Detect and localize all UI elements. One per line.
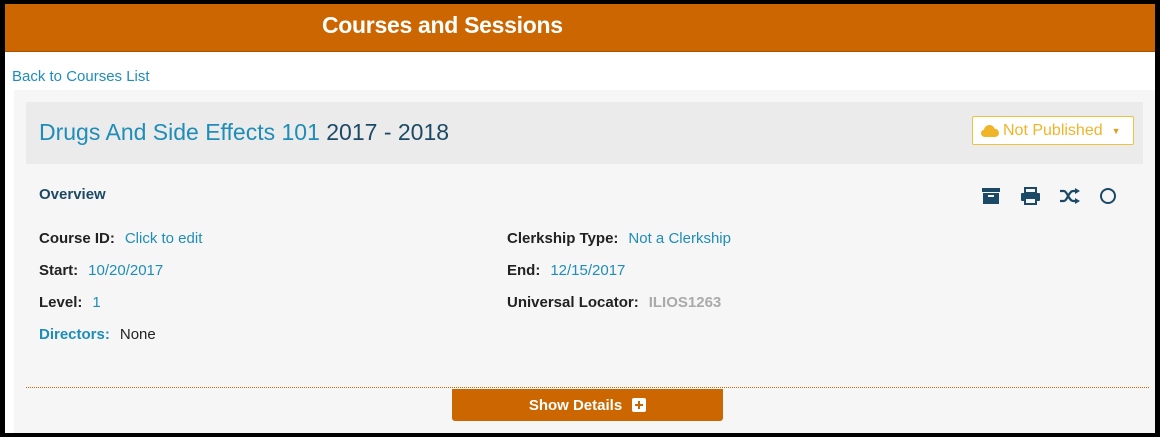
clerkship-type-field: Clerkship Type: Not a Clerkship [507,230,731,247]
details-divider [26,387,1149,388]
caret-down-icon: ▼ [1111,125,1121,136]
page-title: Courses and Sessions [322,12,563,38]
clerkship-type-value[interactable]: Not a Clerkship [628,230,731,247]
print-icon [1021,187,1040,205]
archive-button[interactable] [982,186,1021,206]
start-field: Start: 10/20/2017 [39,262,163,279]
end-field: End: 12/15/2017 [507,262,625,279]
directors-value: None [119,326,156,343]
course-id-field: Course ID: Click to edit [39,230,202,247]
course-name[interactable]: Drugs And Side Effects 101 [39,119,320,145]
print-button[interactable] [1021,186,1060,206]
universal-locator-label: Universal Locator: [507,294,639,311]
start-label: Start: [39,262,79,279]
directors-label[interactable]: Directors: [39,326,110,343]
directors-field: Directors: None [39,326,156,343]
shuffle-icon [1060,188,1080,204]
app-frame: Courses and Sessions Back to Courses Lis… [5,4,1155,433]
course-id-value[interactable]: Click to edit [125,230,203,247]
start-date-value[interactable]: 10/20/2017 [88,262,163,279]
circle-icon [1100,188,1116,204]
end-label: End: [507,262,541,279]
back-to-courses-link[interactable]: Back to Courses List [12,68,150,85]
end-date-value[interactable]: 12/15/2017 [550,262,625,279]
overview-heading: Overview [39,186,106,203]
course-id-label: Course ID: [39,230,115,247]
level-label: Level: [39,294,83,311]
course-header: Drugs And Side Effects 101 2017 - 2018 N… [26,102,1143,164]
level-field: Level: 1 [39,294,101,311]
overview-actions [982,186,1138,206]
level-value[interactable]: 1 [92,294,100,311]
plus-square-icon [632,398,647,412]
course-year: 2017 - 2018 [326,119,450,145]
show-details-label: Show Details [528,396,623,414]
rollover-button[interactable] [1060,186,1099,206]
publish-status-label: Not Published [1003,121,1103,139]
course-panel: Drugs And Side Effects 101 2017 - 2018 N… [14,90,1155,433]
universal-locator-field: Universal Locator: ILIOS1263 [507,294,721,311]
top-bar: Courses and Sessions [5,4,1155,52]
cloud-icon [981,124,999,137]
status-circle-button[interactable] [1099,186,1138,206]
course-title: Drugs And Side Effects 101 2017 - 2018 [39,119,449,146]
publish-status-dropdown[interactable]: Not Published ▼ [972,116,1134,145]
clerkship-type-label: Clerkship Type: [507,230,619,247]
show-details-button[interactable]: Show Details [452,389,723,421]
universal-locator-value: ILIOS1263 [648,294,722,311]
archive-icon [982,188,1000,204]
